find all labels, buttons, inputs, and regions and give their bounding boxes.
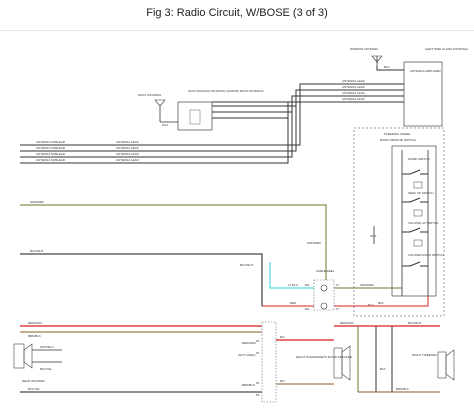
lt-blu-label: LT BLU: [288, 283, 298, 287]
mode-switch-resistor: [413, 181, 423, 189]
antenna-amplifier-label: ANTENNA AMPLIFIER: [410, 69, 442, 73]
window-antenna-wire: [376, 66, 404, 71]
right-tweeter-box: [437, 351, 447, 379]
center-pin-3: P6: [256, 381, 260, 385]
sublead-left-2: ANTENNA SUBLEAD: [36, 146, 66, 150]
grn-red-label: GRN/RED: [30, 200, 45, 204]
roof-antenna-group: MAST ANTENNA NCA (NAVI MODULE OR ROOF) (…: [138, 89, 263, 131]
right-wire-label-1: RED/GRN: [340, 321, 354, 325]
right-tweeter-label: RIGHT TWEETER: [412, 353, 438, 357]
antenna-lead-wire-4: [212, 101, 404, 119]
rear-woofer-wire-label-1: WHT/BLU: [40, 345, 54, 349]
red-label: RED: [290, 301, 297, 305]
window-antenna-label: WINDOW ANTENNA: [350, 47, 378, 51]
volume-up-switch-resistor: [413, 239, 423, 247]
blk-label: BLK: [378, 301, 384, 305]
cable-reel-terminal-2: [320, 302, 328, 310]
door-speaker-box: [333, 347, 343, 379]
steering-nca: NCA: [370, 234, 376, 238]
mast-antenna-icon: [154, 99, 166, 107]
cable-reel-pin-2: B11: [305, 307, 310, 311]
window-antenna-ground-label: BLK: [384, 65, 390, 69]
blk-wht-label-2: BLK/WHT: [240, 263, 254, 267]
roof-antenna-module-label: (NAVI MODULE OR ROOF) (GRAND) ROOF ANTEN…: [188, 89, 263, 93]
center-pin-1: P4: [256, 339, 260, 343]
lower-brn-blk-label: BRN/BLK: [28, 334, 41, 338]
mast-antenna-nca: NCA: [162, 123, 168, 127]
volume-down-switch-contact: [402, 261, 428, 267]
cable-reel-pin-3: C7: [336, 283, 340, 287]
rear-woofer-label: REAR WOOFER: [22, 379, 46, 383]
grn-red-label-2: GRN/RED: [307, 241, 322, 245]
center-wire-label-3: BRN/BLK: [242, 383, 255, 387]
window-antenna-group: WINDOW ANTENNA (LEFT SIDE GLASS ANTENNA)…: [350, 47, 468, 127]
antenna-lead-label-4: ANTENNA LEAD: [342, 97, 366, 101]
volume-up-switch: VOLUME UP SWITCH: [402, 221, 438, 247]
wiring-diagram: WINDOW ANTENNA (LEFT SIDE GLASS ANTENNA)…: [13, 47, 468, 403]
center-connector-box: [261, 321, 277, 403]
volume-down-switch: VOLUME DOWN SWITCH: [402, 253, 444, 267]
sublead-right-1: ANTENNA LEAD: [116, 140, 140, 144]
sublead-left-4: ANTENNA SUBLEAD: [36, 158, 66, 162]
center-right-pin-1: B12: [280, 335, 285, 339]
mode-switch: MODE SWITCH: [402, 157, 430, 189]
antenna-lead-label-2: ANTENNA LEAD: [342, 85, 366, 89]
grn-red-wire: [20, 204, 327, 284]
sublead-right-2: ANTENNA LEAD: [116, 146, 140, 150]
center-pin-2: P3: [256, 351, 260, 355]
right-wire-label-2: BLK/WHT: [408, 321, 422, 325]
right-wire-label-3: BRN/BLK: [396, 387, 409, 391]
center-wire-label-2: (NOT USED): [238, 353, 255, 357]
volume-up-switch-label: VOLUME UP SWITCH: [408, 221, 438, 225]
signal-wires: GRN/RED GRN/RED BLK/WHT BLK/WHT LT BLU R…: [20, 200, 429, 307]
rear-woofer-wire-label-2: BLK/YEL: [40, 367, 53, 371]
center-right-pin-2: B13: [280, 379, 285, 383]
sublead-left-1: ANTENNA SUBLEAD: [36, 140, 66, 144]
cable-reel-label: CABLE REEL: [316, 269, 335, 273]
cable-reel-pin-4: C7: [336, 307, 340, 311]
antenna-lead-wire-3: [212, 95, 404, 113]
seek-up-switch-contact: [402, 197, 428, 203]
mode-switch-contact: [402, 169, 428, 175]
seek-up-switch: SEEK UP SWITCH: [402, 191, 434, 217]
blk-wht-label: BLK/WHT: [30, 249, 44, 253]
window-antenna-component: (LEFT SIDE GLASS ANTENNA): [425, 47, 468, 51]
rear-woofer-box: [13, 343, 25, 369]
seek-up-switch-resistor: [413, 209, 423, 217]
antenna-lead-wire-1: [212, 83, 404, 103]
right-wire-label-4: BLK: [380, 367, 386, 371]
grn-red-label-3: GRN/RED: [360, 283, 375, 287]
center-pin-4: P5: [256, 393, 260, 397]
volume-down-switch-label: VOLUME DOWN SWITCH: [408, 253, 444, 257]
volume-up-switch-contact: [402, 227, 428, 233]
radio-remote-switch-label: RADIO REMOTE SWITCH: [380, 138, 416, 142]
sublead-wire-2: [20, 106, 297, 152]
antenna-lead-label-1: ANTENNA LEAD: [342, 79, 366, 83]
antenna-lead-label-3: ANTENNA LEAD: [342, 91, 366, 95]
cable-reel-pin-1: B12: [305, 283, 310, 287]
lower-red-grn-label: RED/GRN: [28, 321, 42, 325]
steering-wheel-label: STEERING WHEEL: [384, 132, 411, 136]
lower-blk-yel-label: BLK/YEL: [28, 387, 41, 391]
rear-woofer-icon: [23, 343, 33, 369]
sublead-wire-3: [20, 112, 293, 158]
center-wire-label-1: RED/GRN: [242, 341, 256, 345]
mode-switch-label: MODE SWITCH: [408, 157, 430, 161]
right-tweeter-icon: [445, 349, 455, 381]
sublead-right-3: ANTENNA LEAD: [116, 152, 140, 156]
door-speaker-label: RIGHT PASSENGER'S DOOR SPEAKER: [296, 355, 353, 359]
seek-up-switch-label: SEEK UP SWITCH: [408, 191, 434, 195]
cable-reel-terminal-1: [320, 284, 328, 292]
door-speaker-icon: [341, 345, 351, 381]
speaker-section: RED/GRN BRN/BLK WHT/BLU BLK/YEL REAR WOO…: [13, 321, 455, 403]
roof-antenna-module-box: [177, 101, 213, 131]
sublead-left-3: ANTENNA SUBLEAD: [36, 152, 66, 156]
sublead-right-4: ANTENNA LEAD: [116, 158, 140, 162]
mast-antenna-label: MAST ANTENNA: [138, 93, 161, 97]
cable-reel-group: CABLE REEL B12 B11 C7 C7: [305, 269, 340, 311]
